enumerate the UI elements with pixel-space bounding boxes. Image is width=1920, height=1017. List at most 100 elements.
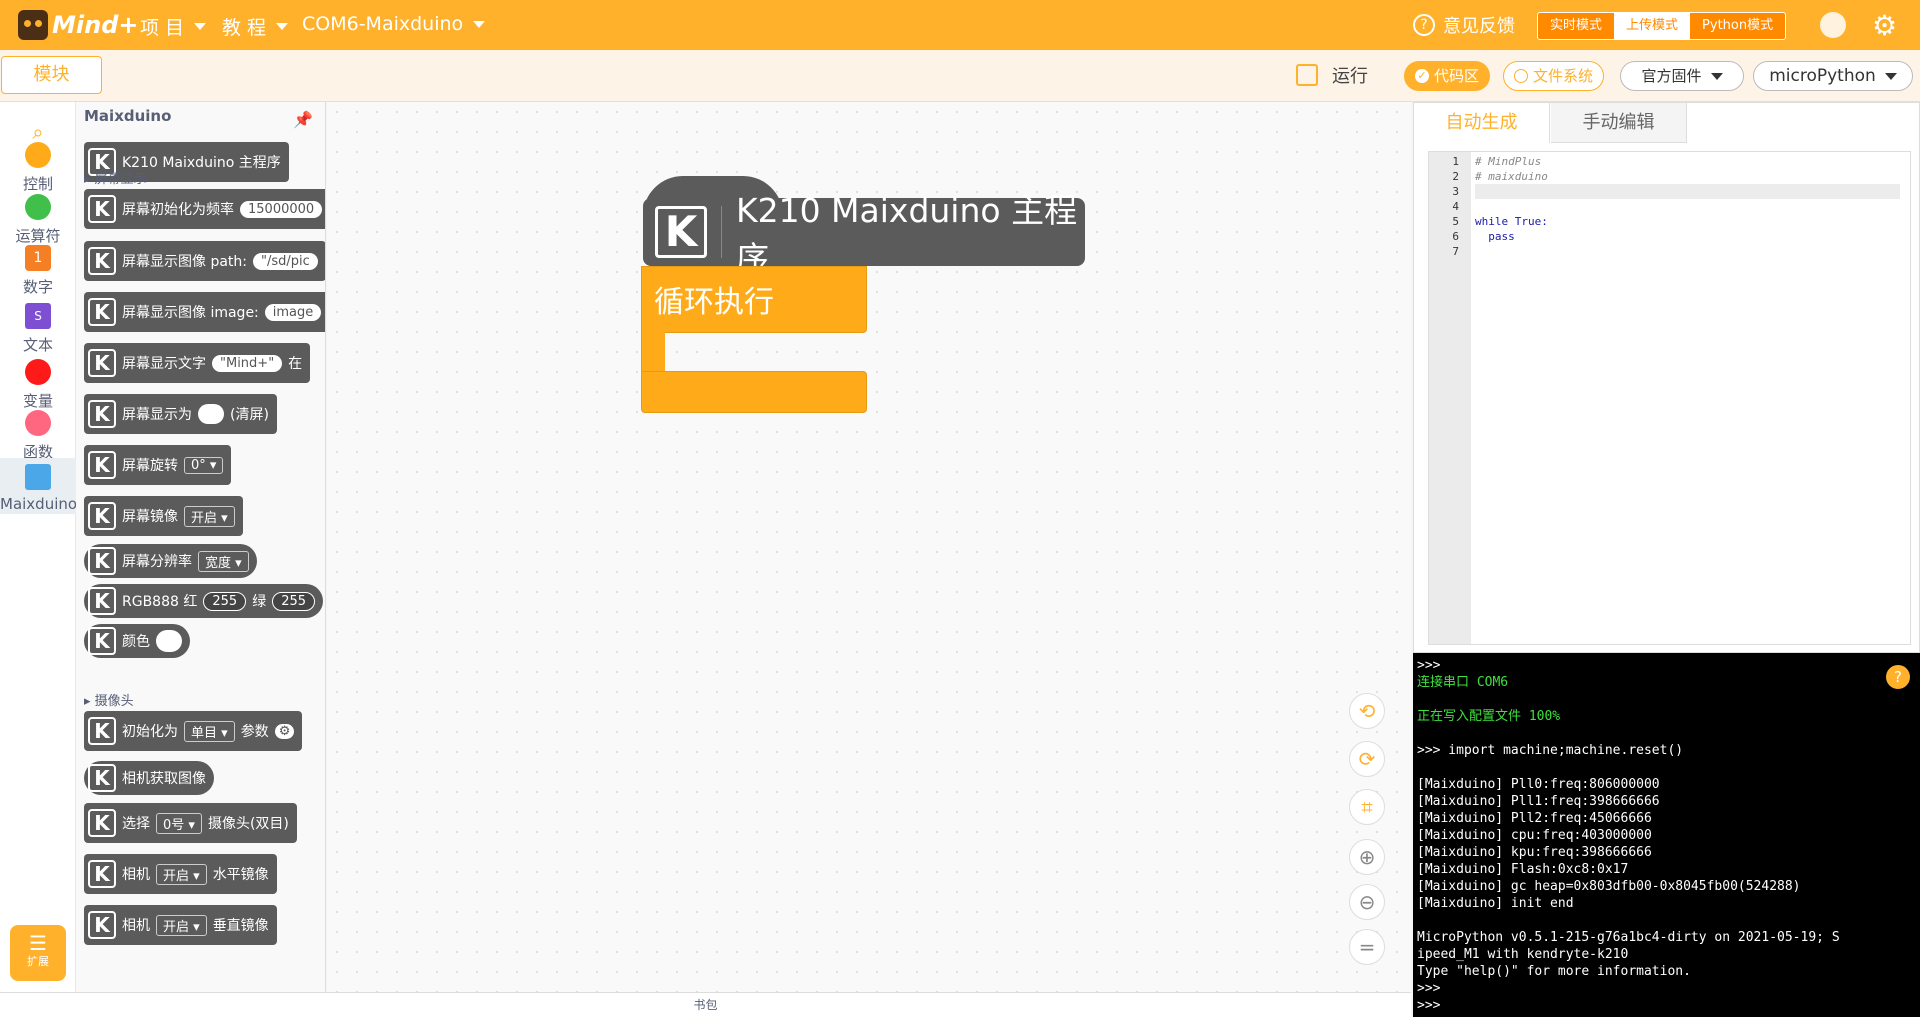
section-camera[interactable]: ▸ 摄像头 [84, 690, 134, 709]
file-system-toggle[interactable]: 文件系统 [1503, 61, 1605, 91]
undo-icon[interactable]: ⟲ [1349, 693, 1385, 729]
block-input[interactable]: 15000000 [240, 200, 323, 218]
block-rgb888[interactable]: K RGB888 红 255 绿 255 [84, 584, 324, 618]
category-label: 文本 [22, 336, 53, 354]
block-select-camera[interactable]: K 选择 0号 ▾ 摄像头(双目) [84, 803, 297, 843]
console-line: [Maixduino] init end [1417, 896, 1574, 911]
block-input[interactable]: "/sd/pic [253, 252, 318, 270]
block-camera-hmirror[interactable]: K 相机 开启 ▾ 水平镜像 [84, 854, 277, 894]
green-input[interactable]: 255 [272, 591, 316, 611]
canvas-forever-loop-block[interactable]: 循环执行 [641, 266, 867, 413]
mindplus-logo[interactable]: Mind+ [18, 8, 138, 42]
firmware-select[interactable]: 官方固件 [1620, 61, 1744, 91]
serial-console[interactable]: >>> 连接串口 COM6 正在写入配置文件 100% >>> import m… [1413, 653, 1920, 1017]
extension-label: 扩展 [27, 955, 49, 968]
category-variables[interactable]: 变量 [0, 359, 76, 411]
console-line: [Maixduino] gc heap=0x803dfb00-0x8045fb0… [1417, 879, 1801, 894]
block-label: 选择 [122, 816, 150, 832]
user-avatar[interactable] [1820, 12, 1846, 38]
block-color[interactable]: K 颜色 [84, 624, 190, 658]
search-icon[interactable]: ⌕ [0, 120, 76, 144]
color-input[interactable] [198, 404, 224, 424]
category-operators[interactable]: 运算符 [0, 194, 76, 246]
category-numbers[interactable]: 1 数字 [0, 245, 76, 297]
block-label: (清屏) [230, 407, 269, 423]
rotate-dropdown[interactable]: 0° ▾ [184, 456, 224, 474]
vflip-dropdown[interactable]: 开启 ▾ [156, 914, 207, 936]
line-number: 4 [1452, 200, 1459, 213]
dropdown-value: 单目 [191, 725, 218, 741]
block-palette: Maixduino 📌 K K210 Maixduino 主程序 ▸ 屏幕显示 K… [76, 102, 326, 992]
pin-icon[interactable]: 📌 [293, 110, 313, 129]
tab-auto-generate[interactable]: 自动生成 [1414, 103, 1550, 143]
block-label: 屏幕镜像 [122, 509, 178, 525]
k210-icon: K [88, 717, 116, 745]
chip-icon [25, 464, 51, 490]
block-show-image[interactable]: K 屏幕显示图像 image: image [84, 292, 325, 332]
block-screen-resolution[interactable]: K 屏幕分辨率 宽度 ▾ [84, 544, 257, 578]
code-area-toggle[interactable]: ✓ 代码区 [1404, 61, 1491, 91]
mode-python-button[interactable]: Python模式 [1690, 13, 1785, 39]
gear-icon[interactable]: ⚙ [274, 723, 295, 739]
number-icon: 1 [25, 245, 51, 271]
mode-realtime-button[interactable]: 实时模式 [1538, 13, 1614, 39]
resolution-dropdown[interactable]: 宽度 ▾ [198, 550, 249, 572]
block-input[interactable]: "Mind+" [212, 354, 283, 372]
backpack-bar[interactable]: 书包 [0, 992, 1411, 1017]
category-label: 控制 [22, 175, 53, 193]
block-screen-rotate[interactable]: K 屏幕旋转 0° ▾ [84, 445, 232, 485]
hmirror-dropdown[interactable]: 开启 ▾ [156, 863, 207, 885]
camera-select-dropdown[interactable]: 0号 ▾ [156, 812, 202, 834]
menu-tutorial[interactable]: 教 程 [222, 13, 289, 40]
line-number: 1 [1452, 155, 1459, 168]
text-icon: S [25, 303, 51, 329]
category-functions[interactable]: 函数 [0, 410, 76, 462]
category-control[interactable]: 控制 [0, 142, 76, 194]
crop-icon[interactable]: ⌗ [1349, 789, 1385, 825]
block-show-image-path[interactable]: K 屏幕显示图像 path: "/sd/pic [84, 241, 325, 281]
console-line: >>> import machine;machine.reset() [1417, 743, 1684, 758]
tab-manual-edit[interactable]: 手动编辑 [1551, 103, 1687, 143]
block-input[interactable]: image [264, 303, 322, 321]
console-line: 连接串口 COM6 [1417, 675, 1509, 690]
chevron-down-icon [473, 20, 486, 28]
color-input[interactable] [156, 630, 182, 652]
block-show-text[interactable]: K 屏幕显示文字 "Mind+" 在 [84, 343, 311, 383]
gear-icon[interactable]: ⚙ [1872, 9, 1897, 42]
file-system-label: 文件系统 [1533, 67, 1594, 85]
block-screen-init[interactable]: K 屏幕初始化为频率 15000000 [84, 189, 325, 229]
language-select[interactable]: microPython [1753, 61, 1913, 91]
block-camera-snapshot[interactable]: K 相机获取图像 [84, 761, 214, 795]
block-screen-mirror[interactable]: K 屏幕镜像 开启 ▾ [84, 496, 243, 536]
zoom-in-icon[interactable]: ⊕ [1349, 839, 1385, 875]
block-clear-screen[interactable]: K 屏幕显示为 (清屏) [84, 394, 277, 434]
section-label: 屏幕显示 [94, 172, 147, 187]
extension-button[interactable]: ☰ 扩展 [10, 925, 66, 981]
blocks-tab[interactable]: 模块 [1, 56, 102, 94]
menu-serial-port[interactable]: COM6-Maixduino [302, 13, 486, 35]
category-dot-icon [25, 142, 51, 168]
mirror-dropdown[interactable]: 开启 ▾ [184, 505, 235, 527]
zoom-reset-icon[interactable]: = [1349, 929, 1385, 965]
camera-mode-dropdown[interactable]: 单目 ▾ [184, 720, 235, 742]
code-editor[interactable]: 1 2 3 4 5 6 7 # MindPlus # maixduino whi… [1428, 151, 1911, 645]
robot-logo-icon [18, 10, 48, 40]
canvas-main-program-block[interactable]: K K210 Maixduino 主程序 [643, 176, 1085, 278]
block-camera-vflip[interactable]: K 相机 开启 ▾ 垂直镜像 [84, 905, 277, 945]
mode-upload-button[interactable]: 上传模式 [1614, 13, 1691, 39]
run-button[interactable]: 运行 [1296, 62, 1368, 88]
red-input[interactable]: 255 [203, 591, 247, 611]
category-text[interactable]: S 文本 [0, 303, 76, 355]
menu-project[interactable]: 项 目 [140, 13, 207, 40]
block-camera-init[interactable]: K 初始化为 单目 ▾ 参数 ⚙ [84, 711, 303, 751]
category-maixduino[interactable]: Maixduino [0, 458, 77, 514]
feedback-button[interactable]: ? 意见反馈 [1413, 12, 1515, 38]
section-screen[interactable]: ▸ 屏幕显示 [84, 168, 147, 187]
block-label: 在 [288, 356, 303, 372]
sub-toolbar: 模块 运行 ✓ 代码区 文件系统 官方固件 microPython [0, 50, 1920, 102]
question-icon[interactable]: ? [1886, 665, 1910, 689]
section-label: 摄像头 [94, 694, 134, 709]
redo-icon[interactable]: ⟳ [1349, 741, 1385, 777]
zoom-out-icon[interactable]: ⊖ [1349, 884, 1385, 920]
